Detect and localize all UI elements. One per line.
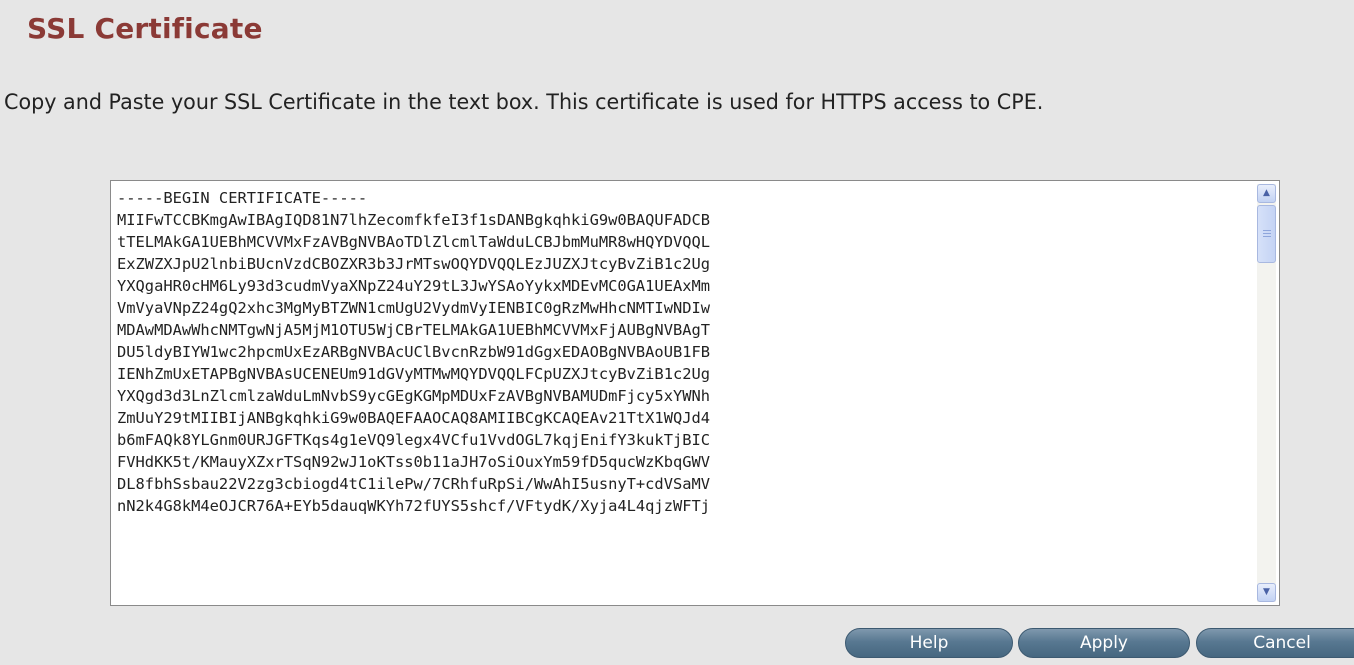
apply-button[interactable]: Apply [1018,628,1190,658]
help-button[interactable]: Help [845,628,1013,658]
certificate-line: YXQgd3d3LnZlcmlzaWduLmNvbS9ycGEgKGMpMDUx… [117,387,711,405]
vertical-scrollbar[interactable]: ▲ ▼ [1257,184,1276,602]
certificate-line: ZmUuY29tMIIBIjANBgkqhkiG9w0BAQEFAAOCAQ8A… [117,409,711,427]
scroll-down-icon[interactable]: ▼ [1257,583,1276,602]
page-title: SSL Certificate [27,12,263,45]
cancel-button[interactable]: Cancel [1196,628,1354,658]
certificate-line: IENhZmUxETAPBgNVBAsUCENEUm91dGVyMTMwMQYD… [117,365,711,383]
certificate-line: b6mFAQk8YLGnm0URJGFTKqs4g1eVQ9legx4VCfu1… [117,431,711,449]
certificate-text[interactable]: -----BEGIN CERTIFICATE----- MIIFwTCCBKmgA… [117,187,1247,603]
certificate-line: FVHdKK5t/KMauyXZxrTSqN92wJ1oKTss0b11aJH7… [117,453,711,471]
certificate-line: DL8fbhSsbau22V2zg3cbiogd4tC1ilePw/7CRhfu… [117,475,711,493]
certificate-line: DU5ldyBIYW1wc2hpcmUxEzARBgNVBAcUClBvcnRz… [117,343,711,361]
certificate-line: VmVyaVNpZ24gQ2xhc3MgMyBTZWN1cmUgU2VydmVy… [117,299,711,317]
certificate-line: MDAwMDAwWhcNMTgwNjA5MjM1OTU5WjCBrTELMAkG… [117,321,711,339]
certificate-line: MIIFwTCCBKmgAwIBAgIQD81N7lhZecomfkfeI3f1… [117,211,711,229]
scroll-thumb[interactable] [1257,205,1276,263]
certificate-line: ExZWZXJpU2lnbiBUcnVzdCBOZXR3b3JrMTswOQYD… [117,255,711,273]
certificate-line: nN2k4G8kM4eOJCR76A+EYb5dauqWKYh72fUYS5sh… [117,497,711,515]
certificate-line: tTELMAkGA1UEBhMCVVMxFzAVBgNVBAoTDlZlcmlT… [117,233,711,251]
scroll-up-icon[interactable]: ▲ [1257,184,1276,203]
certificate-line: -----BEGIN CERTIFICATE----- [117,189,368,207]
certificate-textarea[interactable]: -----BEGIN CERTIFICATE----- MIIFwTCCBKmgA… [110,180,1280,606]
grip-icon [1263,230,1271,237]
certificate-line: YXQgaHR0cHM6Ly93d3cudmVyaXNpZ24uY29tL3Jw… [117,277,711,295]
page-description: Copy and Paste your SSL Certificate in t… [4,90,1044,114]
